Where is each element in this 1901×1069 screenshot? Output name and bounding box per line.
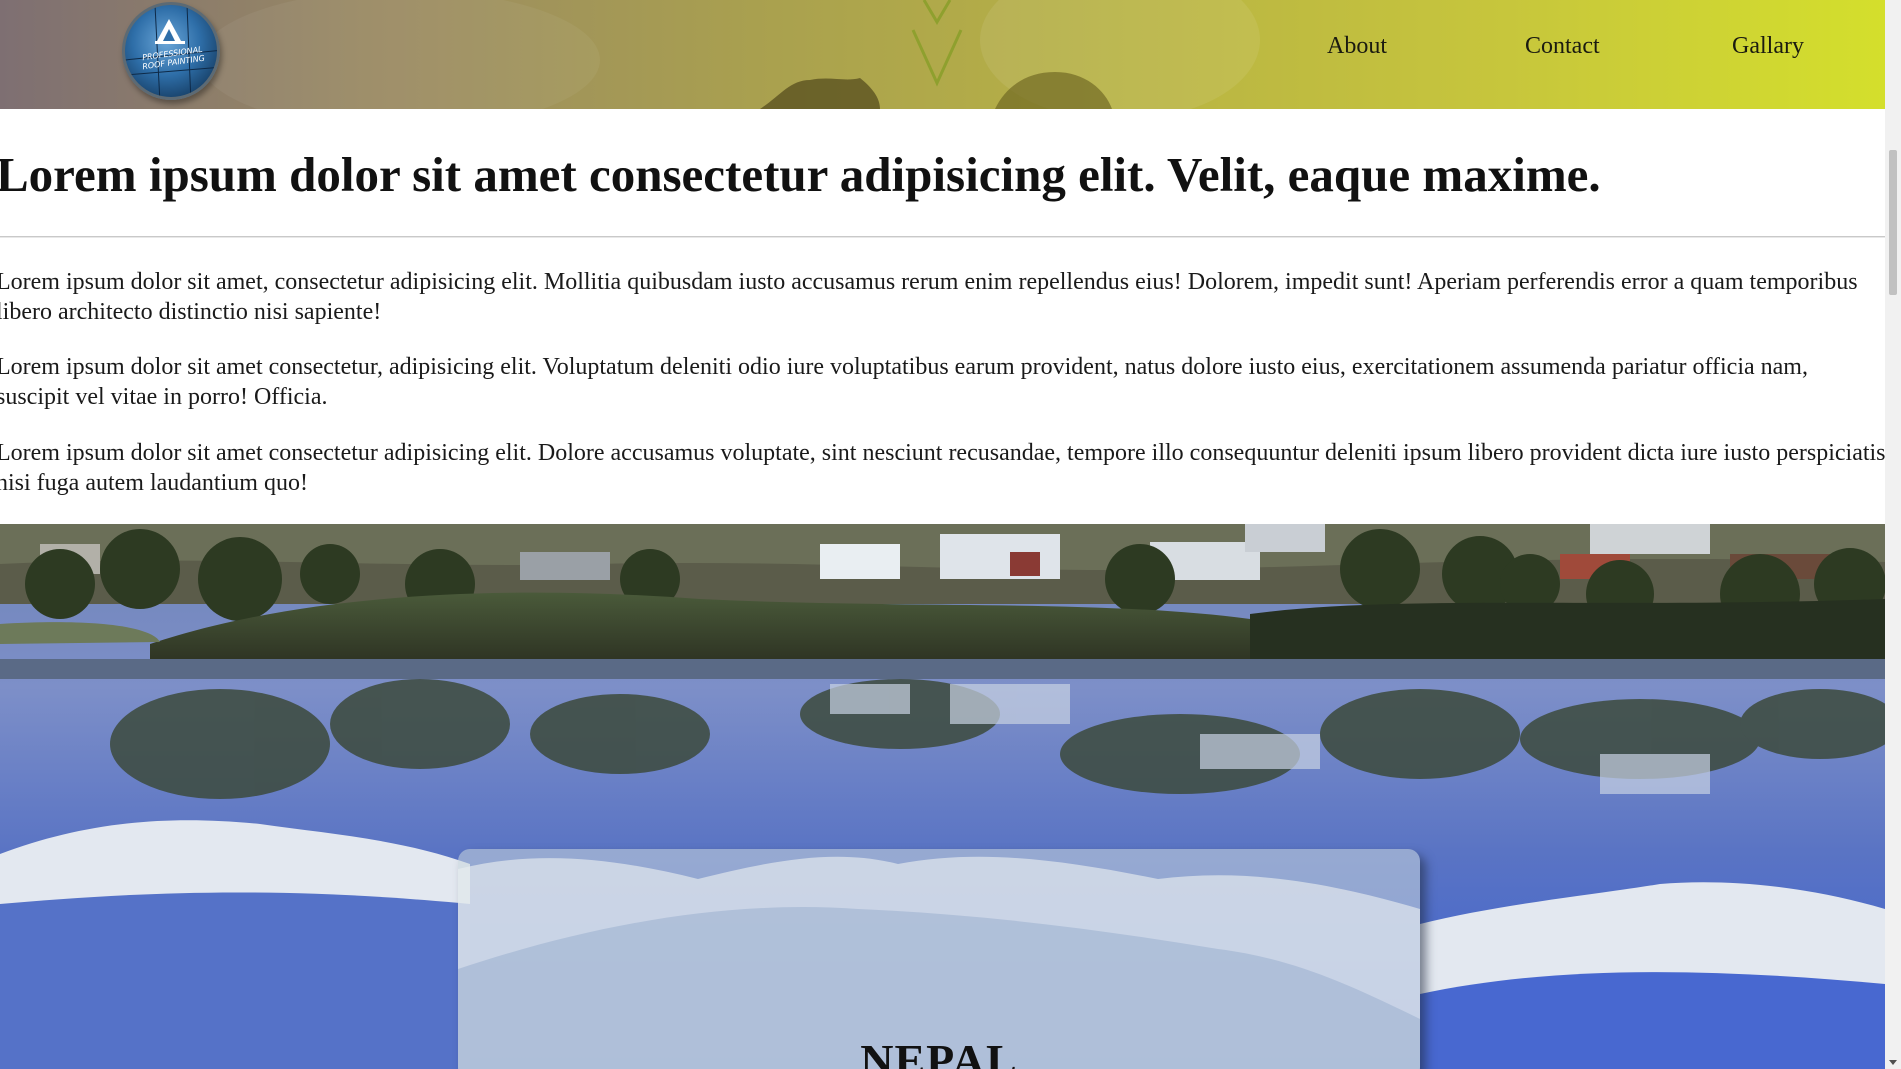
scroll-down-arrow-icon[interactable]	[1889, 1060, 1897, 1065]
card-heading: NEPAL	[860, 1035, 1018, 1069]
paragraph: Lorem ipsum dolor sit amet, consectetur …	[0, 269, 1858, 325]
paragraph: Lorem ipsum dolor sit amet consectetur, …	[0, 354, 1808, 410]
nav-link-gallary[interactable]: Gallary	[1732, 33, 1804, 60]
page-scrollbar[interactable]	[1885, 0, 1901, 1069]
site-header: PROFESSIONAL ROOF PAINTING About Contact…	[0, 0, 1885, 109]
nav-link-contact[interactable]: Contact	[1525, 33, 1600, 60]
destination-card: NEPAL	[458, 849, 1420, 1069]
nav-link-about[interactable]: About	[1327, 33, 1387, 60]
main-nav: About Contact Gallary	[0, 33, 1885, 65]
scrollbar-thumb[interactable]	[1889, 150, 1897, 295]
paragraph: Lorem ipsum dolor sit amet consectetur a…	[0, 440, 1886, 496]
divider	[0, 236, 1885, 238]
page-title: Lorem ipsum dolor sit amet consectetur a…	[0, 147, 1601, 202]
